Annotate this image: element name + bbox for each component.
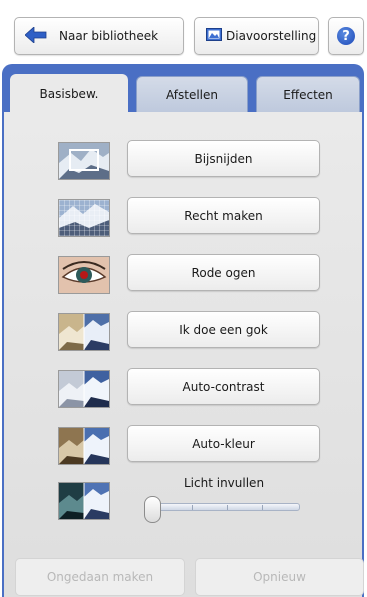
undo-button[interactable]: Ongedaan maken [15,558,185,596]
help-button[interactable]: ? [328,17,364,55]
slider-tick [192,505,193,510]
red-eye-thumbnail-icon [58,256,110,294]
auto-fix-button[interactable]: Ik doe een gok [127,311,320,348]
slideshow-label: Diavoorstelling [226,29,317,43]
red-eye-button[interactable]: Rode ogen [127,254,320,291]
edit-panel-content [4,112,362,597]
slideshow-icon [206,28,222,44]
help-icon: ? [337,27,355,45]
auto-contrast-button[interactable]: Auto-contrast [127,368,320,405]
tab-basic-edits[interactable]: Basisbew. [10,74,128,114]
tab-adjust[interactable]: Afstellen [136,76,248,112]
crop-button[interactable]: Bijsnijden [127,140,320,177]
straighten-thumbnail-icon [58,199,110,237]
auto-color-thumbnail-icon [58,427,110,465]
redo-button[interactable]: Opnieuw [195,558,364,596]
auto-fix-thumbnail-icon [58,313,110,351]
crop-thumbnail-icon [58,142,110,180]
back-arrow-icon [24,25,47,46]
top-toolbar: Naar bibliotheek Diavoorstelling ? [0,0,367,62]
tab-effects[interactable]: Effecten [256,76,360,112]
straighten-button[interactable]: Recht maken [127,197,320,234]
slideshow-button[interactable]: Diavoorstelling [194,17,319,55]
back-to-library-label: Naar bibliotheek [59,29,159,43]
slider-tick [227,505,228,510]
fill-light-slider-track[interactable] [156,503,300,511]
auto-contrast-thumbnail-icon [58,370,110,408]
back-to-library-button[interactable]: Naar bibliotheek [14,17,184,55]
slider-tick [262,505,263,510]
fill-light-slider-handle[interactable] [144,496,161,523]
fill-light-thumbnail-icon [58,482,110,520]
fill-light-label: Licht invullen [184,476,265,490]
auto-color-button[interactable]: Auto-kleur [127,425,320,462]
